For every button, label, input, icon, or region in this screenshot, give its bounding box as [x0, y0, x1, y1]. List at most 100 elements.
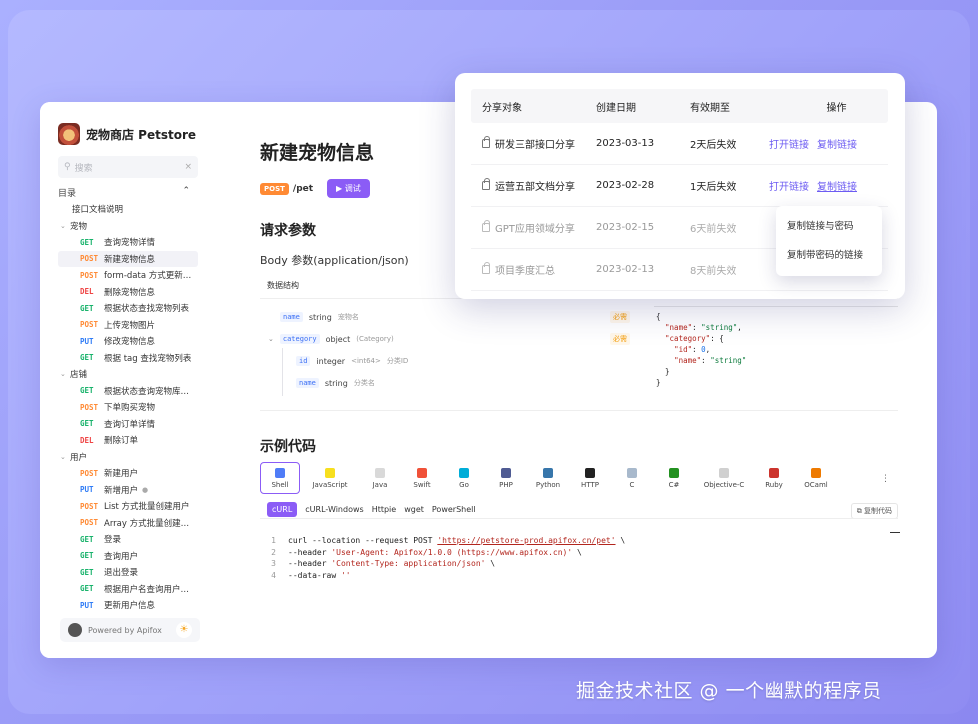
- share-valid: 1天后失效: [690, 182, 737, 193]
- search-input[interactable]: ⚲ 搜索 ×: [58, 156, 198, 178]
- lang-tab-http[interactable]: HTTP: [570, 462, 610, 494]
- brand[interactable]: 宠物商店 Petstore: [58, 122, 200, 146]
- sidebar-item-label: 退出登录: [104, 568, 139, 579]
- sidebar-item-label: 店铺: [70, 370, 88, 381]
- copy-link-button[interactable]: 复制链接: [817, 136, 857, 151]
- collapse-icon[interactable]: ⌃: [182, 186, 190, 199]
- swift-icon: [417, 467, 427, 478]
- lang-tab-go[interactable]: Go: [444, 462, 484, 494]
- sidebar-nav: 接口文档说明 ⌄ 宠物 GET 查询宠物详情 POST 新建宠物信息 POST form-dat…: [58, 201, 200, 614]
- try-button[interactable]: ▶ 调试: [327, 179, 370, 198]
- field-key: id: [296, 356, 311, 366]
- sidebar-item[interactable]: GET 查询订单详情: [58, 416, 200, 433]
- open-link-button[interactable]: 打开链接: [769, 178, 809, 193]
- sidebar-item[interactable]: DEL 删除宠物信息: [58, 284, 200, 301]
- field-key: name: [280, 312, 303, 322]
- sidebar-item[interactable]: POST List 方式批量创建用户: [58, 498, 200, 515]
- expand-icon[interactable]: ⌄: [268, 335, 274, 343]
- share-row[interactable]: 研发三部接口分享 2023-03-13 2天后失效 打开链接 复制链接: [471, 123, 888, 165]
- line-number: 4: [271, 570, 276, 580]
- json-line: }: [656, 367, 670, 376]
- subtab-curlwindows[interactable]: cURL-Windows: [305, 505, 363, 514]
- page-title: 新建宠物信息: [260, 142, 375, 164]
- sidebar-item[interactable]: 接口文档说明: [58, 201, 200, 218]
- sidebar-item-label: 登录: [104, 535, 122, 546]
- json-line: "category": {: [665, 334, 724, 343]
- method-tag: GET: [80, 584, 94, 594]
- sidebar-item[interactable]: POST 下单购买宠物: [58, 399, 200, 416]
- field-type: integer: [316, 356, 346, 366]
- sidebar-item[interactable]: DEL 删除订单: [58, 432, 200, 449]
- clear-icon[interactable]: ×: [184, 162, 192, 172]
- sidebar-item-label: Array 方式批量创建用户: [104, 518, 196, 529]
- lang-label: OCaml: [804, 480, 828, 489]
- powered-by-badge[interactable]: Powered by Apifox ☀: [60, 618, 200, 642]
- lang-tab-c[interactable]: C: [612, 462, 652, 494]
- subtab-wget[interactable]: wget: [404, 505, 424, 514]
- sidebar-item[interactable]: GET 登录: [58, 531, 200, 548]
- more-languages-icon[interactable]: ⋮: [881, 474, 890, 484]
- sidebar-group[interactable]: ⌄ 用户: [58, 449, 200, 466]
- code-block[interactable]: 1 curl --location --request POST 'https:…: [270, 535, 625, 581]
- lang-tab-ruby[interactable]: Ruby: [754, 462, 794, 494]
- field-row-category[interactable]: ⌄ category object (Category) 必需: [268, 333, 630, 345]
- code-line: 4 --data-raw '': [270, 570, 625, 582]
- lang-tab-php[interactable]: PHP: [486, 462, 526, 494]
- chevron-down-icon: ⌄: [60, 221, 66, 230]
- share-target-label: 运营五部文档分享: [495, 182, 575, 193]
- field-row-id[interactable]: id integer <int64> 分类ID: [296, 356, 408, 366]
- share-row[interactable]: 运营五部文档分享 2023-02-28 1天后失效 打开链接 复制链接: [471, 165, 888, 207]
- field-desc: 宠物名: [337, 313, 359, 321]
- sidebar-item[interactable]: GET 查询宠物详情: [58, 234, 200, 251]
- divider: [260, 410, 898, 411]
- lang-tab-objectivec[interactable]: Objective-C: [696, 462, 752, 494]
- sidebar-item[interactable]: GET 根据用户名查询用户信息: [58, 581, 200, 598]
- copy-link-button[interactable]: 复制链接: [817, 178, 857, 193]
- sidebar-item[interactable]: PUT 更新用户信息: [58, 597, 200, 614]
- copy-link-embedded-password-item[interactable]: 复制带密码的链接: [787, 247, 882, 276]
- method-tag: POST: [80, 501, 99, 511]
- ruby-icon: [769, 467, 779, 478]
- sidebar-item[interactable]: GET 根据 tag 查找宠物列表: [58, 350, 200, 367]
- sidebar-item[interactable]: PUT 修改宠物信息: [58, 333, 200, 350]
- sidebar-item[interactable]: GET 根据状态查询宠物库存数: [58, 383, 200, 400]
- sidebar-item[interactable]: GET 退出登录: [58, 564, 200, 581]
- subtab-powershell[interactable]: PowerShell: [432, 505, 476, 514]
- subtab-httpie[interactable]: Httpie: [372, 505, 397, 514]
- lang-tab-javascript[interactable]: JavaScript: [302, 462, 358, 494]
- lang-tab-java[interactable]: Java: [360, 462, 400, 494]
- sidebar-item[interactable]: POST form-data 方式更新宠...: [58, 267, 200, 284]
- share-target: 研发三部接口分享: [471, 136, 596, 151]
- lang-tab-shell[interactable]: Shell: [260, 462, 300, 494]
- share-target-label: GPT应用领域分享: [495, 224, 575, 235]
- sidebar-item[interactable]: POST Array 方式批量创建用户: [58, 515, 200, 532]
- code-line: 3 --header 'Content-Type: application/js…: [270, 558, 625, 570]
- endpoint-line: POST /pet ▶ 调试: [260, 179, 370, 198]
- field-desc: 分类ID: [386, 357, 409, 365]
- method-tag: PUT: [80, 485, 94, 495]
- lang-tab-c[interactable]: C#: [654, 462, 694, 494]
- sidebar-group[interactable]: ⌄ 店铺: [58, 366, 200, 383]
- sidebar-item[interactable]: GET 根据状态查找宠物列表: [58, 300, 200, 317]
- method-tag: GET: [80, 303, 94, 313]
- sidebar: 宠物商店 Petstore ⚲ 搜索 × 目录 ⌃ 接口文档说明 ⌄ 宠物 GET 查询…: [40, 102, 210, 658]
- lang-tab-ocaml[interactable]: OCaml: [796, 462, 836, 494]
- sidebar-group[interactable]: ⌄ 宠物: [58, 218, 200, 235]
- sidebar-item[interactable]: PUT 新增用户 ●: [58, 482, 200, 499]
- sidebar-item-label: 查询宠物详情: [104, 238, 156, 249]
- field-row-name[interactable]: name string 宠物名 必需: [280, 311, 630, 323]
- sidebar-item[interactable]: POST 上传宠物图片: [58, 317, 200, 334]
- sidebar-item[interactable]: POST 新建用户: [58, 465, 200, 482]
- copy-link-with-password-item[interactable]: 复制链接与密码: [787, 218, 882, 247]
- copy-code-button[interactable]: ⧉ 复制代码: [850, 503, 898, 519]
- sidebar-item[interactable]: GET 查询用户: [58, 548, 200, 565]
- theme-toggle-icon[interactable]: ☀: [176, 622, 192, 638]
- required-badge: 必需: [610, 333, 630, 345]
- subtab-curl[interactable]: cURL: [267, 502, 298, 517]
- lang-tab-python[interactable]: Python: [528, 462, 568, 494]
- open-link-button[interactable]: 打开链接: [769, 136, 809, 151]
- lang-tab-swift[interactable]: Swift: [402, 462, 442, 494]
- sidebar-item[interactable]: POST 新建宠物信息: [58, 250, 198, 267]
- field-row-category-name[interactable]: name string 分类名: [296, 378, 375, 388]
- code-scroll-indicator: [890, 532, 900, 546]
